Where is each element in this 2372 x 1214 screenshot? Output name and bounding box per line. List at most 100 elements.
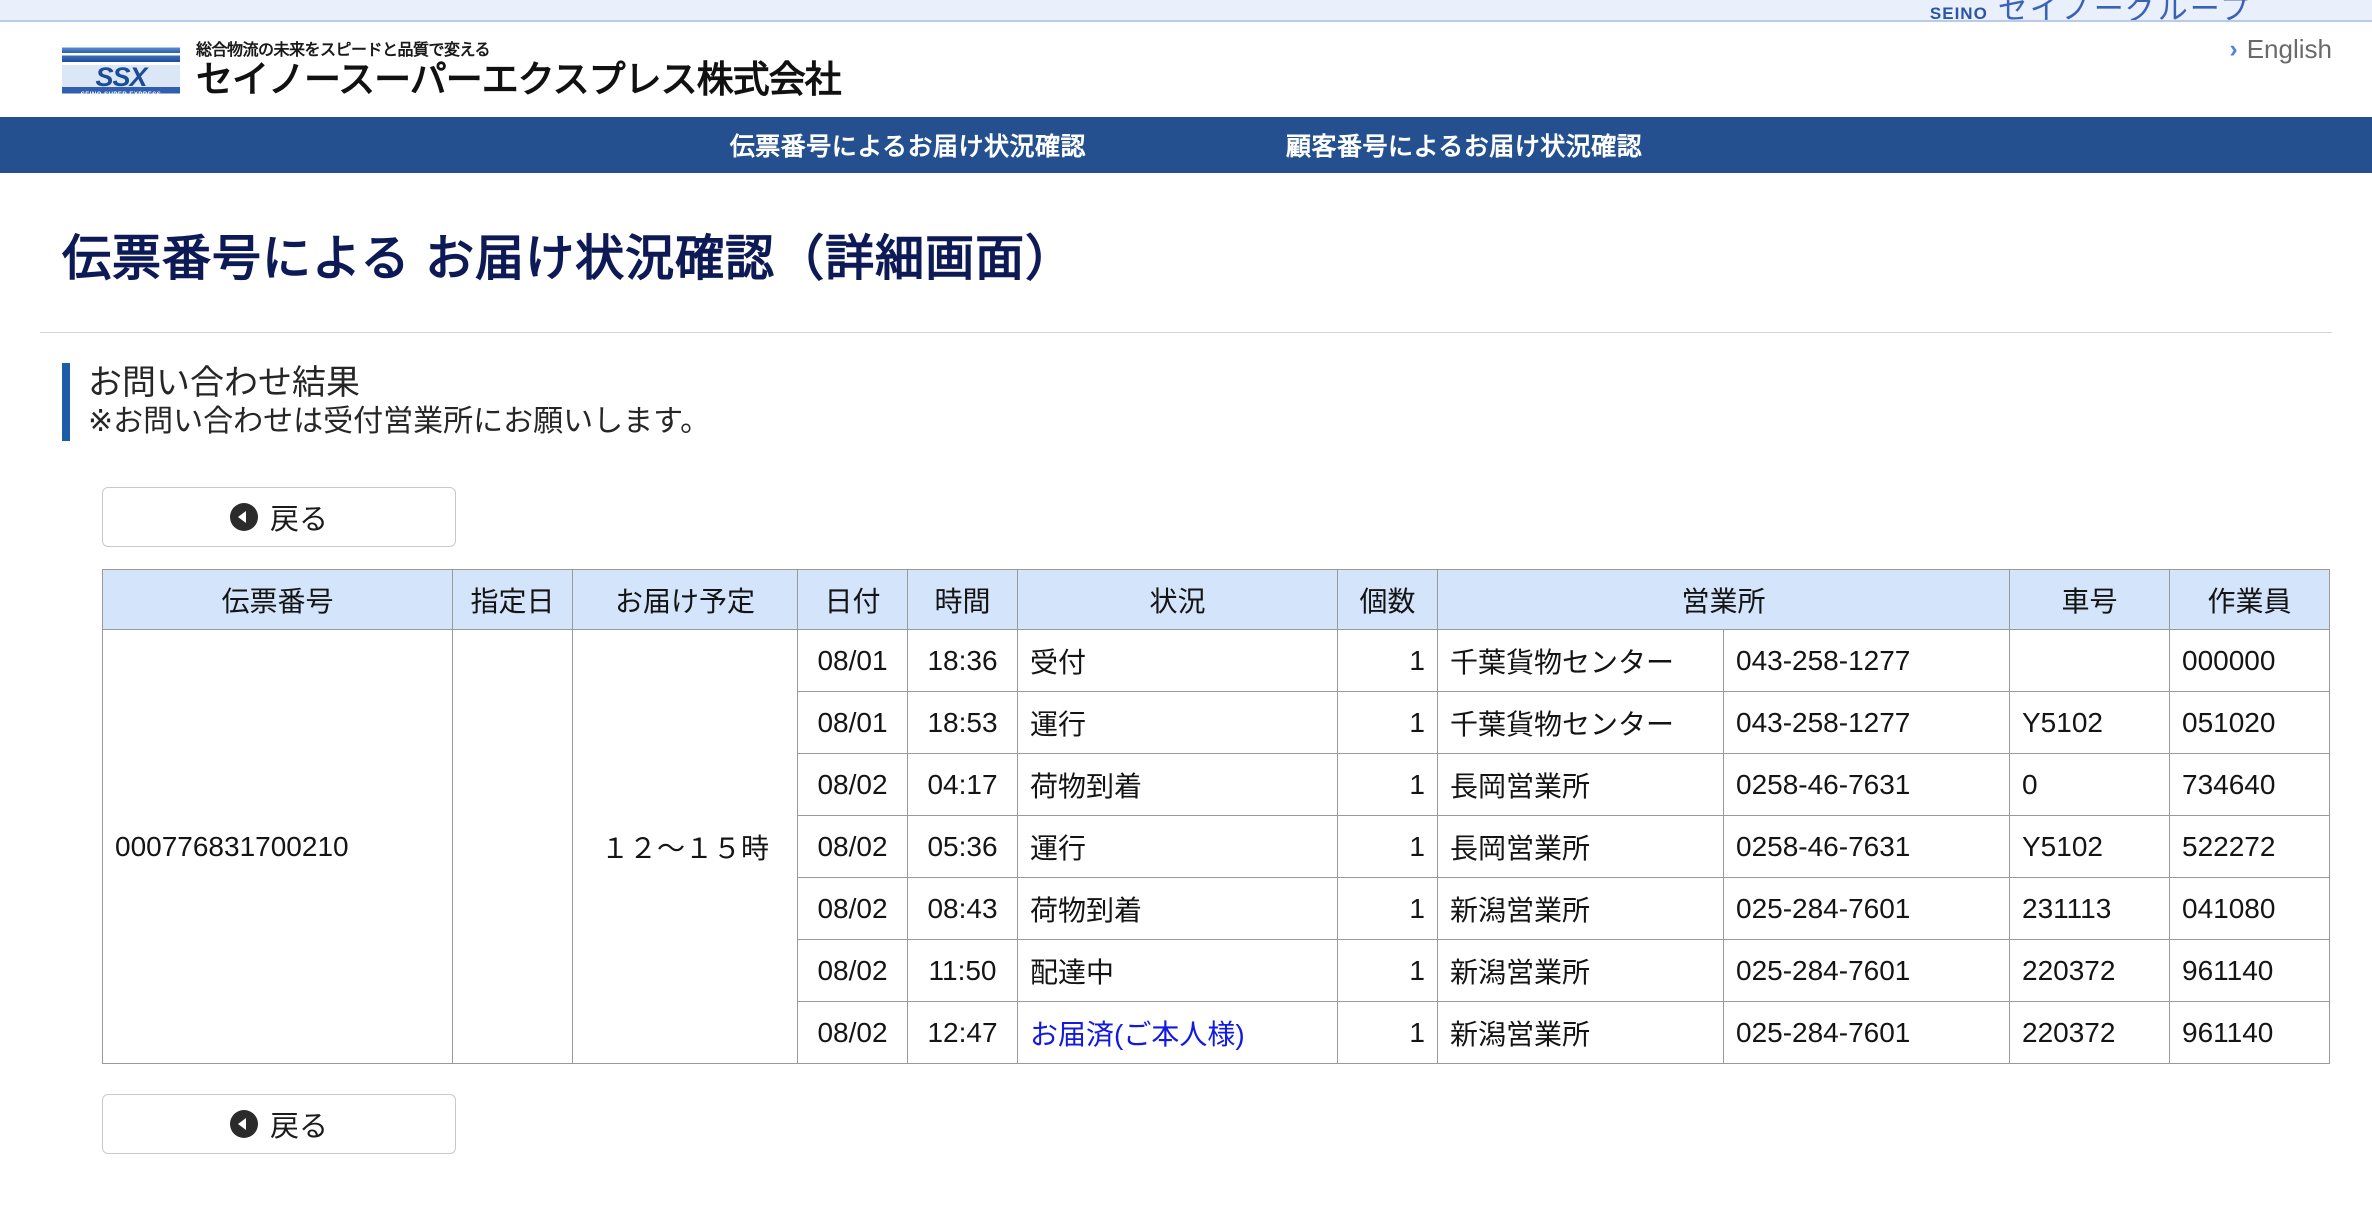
cell-date: 08/02 [797,753,908,817]
col-header-designated-date: 指定日 [452,569,573,631]
cell-truck-number: 220372 [2009,939,2170,1003]
brand-text-block: 総合物流の未来をスピードと品質で変える セイノースーパーエクスプレス株式会社 [196,42,842,100]
cell-quantity: 1 [1337,1001,1438,1065]
tracking-status-table: 伝票番号 指定日 お届け予定 日付 時間 状況 個数 営業所 車号 作業員 00… [102,569,2330,1065]
cell-date: 08/01 [797,629,908,693]
cell-time: 18:36 [907,629,1018,693]
top-utility-strip: SEINO セイノーグループ [0,0,2372,22]
cell-office-name: 新潟営業所 [1437,877,1724,941]
page-body: 伝票番号による お届け状況確認（詳細画面） お問い合わせ結果 ※お問い合わせは受… [0,219,2372,1155]
col-header-status: 状況 [1017,569,1338,631]
cell-date: 08/02 [797,815,908,879]
table-head: 伝票番号 指定日 お届け予定 日付 時間 状況 個数 営業所 車号 作業員 [102,569,2330,631]
seino-group-label: セイノーグループ [1997,0,2252,22]
cell-worker-id: 000000 [2169,629,2330,693]
back-button-top[interactable]: 戻る [102,487,456,548]
cell-slip-number: 000776831700210 [102,629,453,1065]
cell-time: 11:50 [907,939,1018,1003]
col-header-eta: お届け予定 [572,569,798,631]
brand-tagline: 総合物流の未来をスピードと品質で変える [196,42,491,59]
cell-office-tel: 0258-46-7631 [1723,815,2010,879]
main-navigation: 伝票番号によるお届け状況確認 顧客番号によるお届け状況確認 [0,117,2372,173]
seino-group-brand: SEINO セイノーグループ [1929,0,2252,22]
cell-date: 08/02 [797,877,908,941]
cell-status: 運行 [1017,815,1338,879]
language-switch-label: English [2246,34,2332,64]
cell-truck-number: Y5102 [2009,691,2170,755]
cell-eta: １２～１５時 [572,629,798,1065]
cell-office-name: 千葉貨物センター [1437,629,1724,693]
cell-status: 荷物到着 [1017,877,1338,941]
section-note: ※お問い合わせは受付営業所にお願いします。 [88,405,711,439]
nav-item-slip-number-tracking[interactable]: 伝票番号によるお届け状況確認 [730,127,1086,163]
ssx-logo-text: SSX [95,62,147,93]
site-header: SSX SEINO SUPER EXPRESS 総合物流の未来をスピードと品質で… [0,22,2372,117]
cell-truck-number: Y5102 [2009,815,2170,879]
cell-truck-number: 220372 [2009,1001,2170,1065]
cell-office-name: 新潟営業所 [1437,939,1724,1003]
cell-office-name: 新潟営業所 [1437,1001,1724,1065]
ssx-logo-subtext: SEINO SUPER EXPRESS [80,92,162,99]
language-switch-link[interactable]: › English [2229,34,2332,65]
back-button-bottom[interactable]: 戻る [102,1094,456,1155]
page-title: 伝票番号による お届け状況確認（詳細画面） [62,232,1076,286]
cell-quantity: 1 [1337,815,1438,879]
cell-time: 08:43 [907,877,1018,941]
cell-office-tel: 025-284-7601 [1723,1001,2010,1065]
cell-truck-number: 0 [2009,753,2170,817]
cell-date: 08/02 [797,1001,908,1065]
col-header-worker: 作業員 [2169,569,2330,631]
cell-office-name: 長岡営業所 [1437,815,1724,879]
cell-status: 受付 [1017,629,1338,693]
table-row: 000776831700210 １２～１５時 08/01 18:36 受付 1 千葉貨物セン… [102,629,2330,1065]
cell-date: 08/01 [797,691,908,755]
cell-office-tel: 025-284-7601 [1723,877,2010,941]
arrow-left-circle-icon [229,503,258,532]
section-heading-block: お問い合わせ結果 ※お問い合わせは受付営業所にお願いします。 [62,363,2332,442]
cell-quantity: 1 [1337,629,1438,693]
status-detail-link[interactable]: お届済(ご本人様) [1030,1019,1245,1050]
nav-item-customer-number-tracking[interactable]: 顧客番号によるお届け状況確認 [1286,127,1642,163]
cell-time: 18:53 [907,691,1018,755]
table-body: 000776831700210 １２～１５時 08/01 18:36 受付 1 千葉貨物セン… [102,629,2330,1065]
col-header-truck: 車号 [2009,569,2170,631]
cell-status: 運行 [1017,691,1338,755]
cell-quantity: 1 [1337,877,1438,941]
col-header-quantity: 個数 [1337,569,1438,631]
arrow-left-circle-icon-bottom [229,1110,258,1139]
cell-office-tel: 025-284-7601 [1723,939,2010,1003]
cell-worker-id: 734640 [2169,753,2330,817]
cell-truck-number: 231113 [2009,877,2170,941]
brand-company-name: セイノースーパーエクスプレス株式会社 [196,58,842,100]
cell-worker-id: 051020 [2169,691,2330,755]
cell-office-tel: 043-258-1277 [1723,629,2010,693]
cell-status[interactable]: お届済(ご本人様) [1017,1001,1338,1065]
cell-date: 08/02 [797,939,908,1003]
cell-office-name: 長岡営業所 [1437,753,1724,817]
cell-designated-date [452,629,573,1065]
cell-worker-id: 041080 [2169,877,2330,941]
col-header-time: 時間 [907,569,1018,631]
cell-truck-number [2009,629,2170,693]
col-header-office: 営業所 [1437,569,2010,631]
cell-office-tel: 0258-46-7631 [1723,753,2010,817]
cell-time: 12:47 [907,1001,1018,1065]
seino-mark-label: SEINO [1929,4,1988,22]
company-logo[interactable]: SSX SEINO SUPER EXPRESS 総合物流の未来をスピードと品質で… [62,42,842,100]
cell-status: 荷物到着 [1017,753,1338,817]
ssx-logo-icon: SSX SEINO SUPER EXPRESS [62,44,180,100]
col-header-slip-number: 伝票番号 [102,569,453,631]
cell-status: 配達中 [1017,939,1338,1003]
back-button-bottom-label: 戻る [269,1111,328,1144]
title-divider [40,332,2332,333]
cell-quantity: 1 [1337,753,1438,817]
cell-quantity: 1 [1337,939,1438,1003]
cell-time: 05:36 [907,815,1018,879]
cell-worker-id: 961140 [2169,1001,2330,1065]
cell-worker-id: 522272 [2169,815,2330,879]
cell-office-tel: 043-258-1277 [1723,691,2010,755]
chevron-right-icon: › [2229,35,2238,63]
cell-quantity: 1 [1337,691,1438,755]
cell-time: 04:17 [907,753,1018,817]
col-header-date: 日付 [797,569,908,631]
